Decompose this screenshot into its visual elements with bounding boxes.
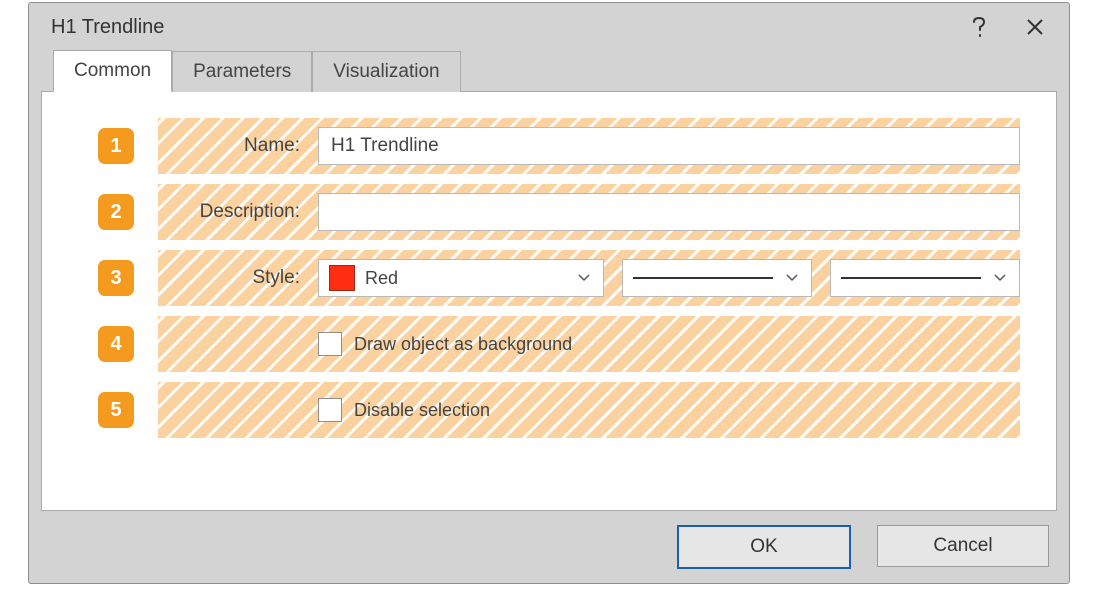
annotation-badge-5: 5: [98, 392, 134, 428]
close-icon: [1026, 18, 1044, 36]
row-name: 1 Name: H1 Trendline: [98, 122, 1020, 170]
line-width-preview-icon: [841, 277, 981, 279]
row-highlight: [158, 382, 1020, 438]
annotation-badge-4: 4: [98, 326, 134, 362]
color-combo-label: Red: [365, 268, 398, 289]
color-combo[interactable]: Red: [318, 259, 604, 297]
close-button[interactable]: [1007, 8, 1063, 46]
help-button[interactable]: [951, 8, 1007, 46]
row-style: 3 Style: Red: [98, 254, 1020, 302]
chevron-down-icon: [575, 273, 593, 283]
row-draw-background: 4 Draw object as background: [98, 320, 1020, 368]
disable-selection-label: Disable selection: [354, 400, 490, 421]
annotation-badge-2: 2: [98, 194, 134, 230]
annotation-badge-1: 1: [98, 128, 134, 164]
ok-button[interactable]: OK: [677, 525, 851, 569]
line-style-combo[interactable]: [622, 259, 812, 297]
cancel-button[interactable]: Cancel: [877, 525, 1049, 567]
chevron-down-icon: [991, 273, 1009, 283]
checkbox-icon: [318, 398, 342, 422]
label-name: Name:: [150, 135, 302, 157]
chevron-down-icon: [783, 273, 801, 283]
disable-selection-checkbox[interactable]: Disable selection: [318, 398, 490, 422]
tab-visualization[interactable]: Visualization: [312, 51, 460, 92]
checkbox-icon: [318, 332, 342, 356]
label-description: Description:: [150, 201, 302, 223]
draw-background-checkbox[interactable]: Draw object as background: [318, 332, 572, 356]
row-disable-selection: 5 Disable selection: [98, 386, 1020, 434]
tabstrip: Common Parameters Visualization: [53, 51, 1069, 91]
row-description: 2 Description:: [98, 188, 1020, 236]
line-style-preview-icon: [633, 277, 773, 279]
color-swatch-icon: [329, 265, 355, 291]
label-style: Style:: [150, 267, 302, 289]
window-title: H1 Trendline: [51, 16, 951, 39]
dialog-footer: OK Cancel: [677, 525, 1049, 569]
line-width-combo[interactable]: [830, 259, 1020, 297]
titlebar: H1 Trendline: [29, 3, 1069, 51]
name-input-value: H1 Trendline: [331, 135, 439, 157]
help-icon: [971, 16, 987, 38]
tab-parameters[interactable]: Parameters: [172, 51, 312, 92]
draw-background-label: Draw object as background: [354, 334, 572, 355]
description-input[interactable]: [318, 193, 1020, 231]
annotation-badge-3: 3: [98, 260, 134, 296]
name-input[interactable]: H1 Trendline: [318, 127, 1020, 165]
tab-common[interactable]: Common: [53, 50, 172, 92]
tab-panel-common: 1 Name: H1 Trendline 2 Description: 3 St…: [41, 91, 1057, 511]
row-highlight: [158, 316, 1020, 372]
properties-dialog: H1 Trendline Common Parameters Visualiza…: [28, 2, 1070, 584]
style-group: Red: [318, 259, 1020, 297]
